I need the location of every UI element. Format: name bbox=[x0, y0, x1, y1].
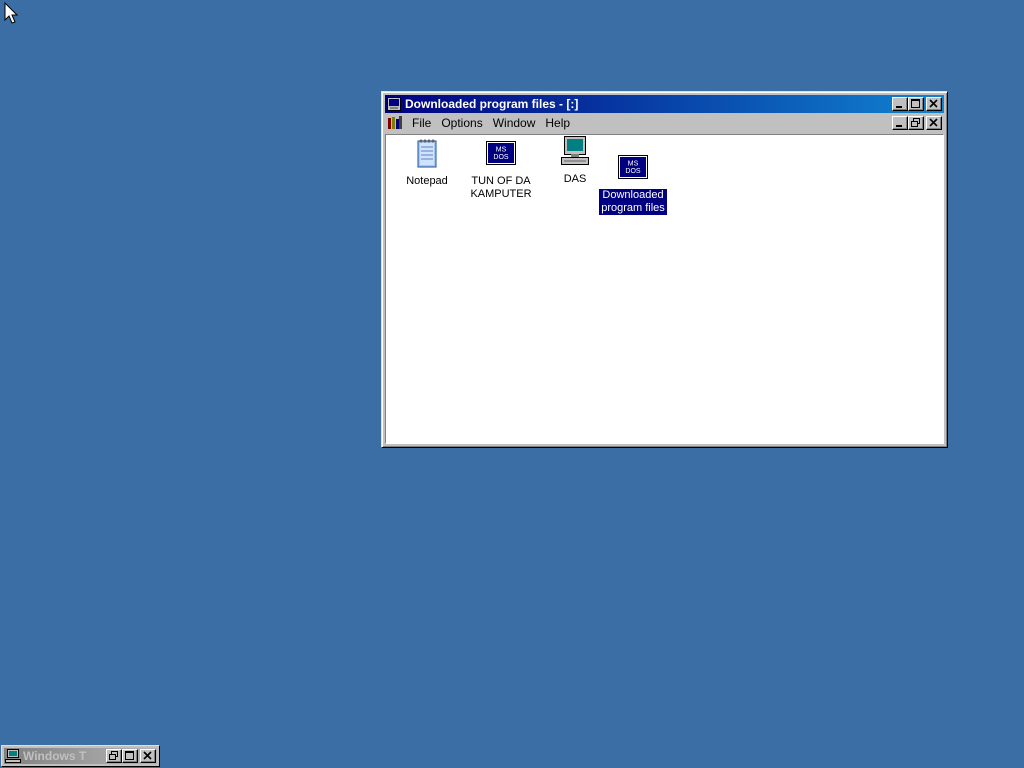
svg-text:MS: MS bbox=[628, 161, 639, 168]
maximize-icon bbox=[125, 751, 134, 760]
icon-label: Notepad bbox=[406, 175, 448, 187]
svg-text:MS: MS bbox=[496, 147, 507, 154]
icon-tun-of-da-kamputer[interactable]: MS DOS TUN OF DA KAMPUTER bbox=[466, 137, 536, 201]
window-titlebar[interactable]: Downloaded program files - [:] bbox=[385, 95, 944, 113]
close-icon bbox=[143, 751, 152, 760]
minimized-title: Windows T bbox=[23, 749, 87, 763]
close-button[interactable] bbox=[926, 97, 942, 111]
computer-icon bbox=[5, 749, 21, 763]
window-title: Downloaded program files - [:] bbox=[405, 97, 579, 111]
close-icon bbox=[929, 117, 938, 127]
child-restore-button[interactable] bbox=[908, 115, 924, 130]
icon-area[interactable]: Notepad MS DOS TUN OF DA KAMPUTER DAS MS… bbox=[385, 134, 944, 444]
minimize-button[interactable] bbox=[892, 97, 908, 111]
icon-notepad[interactable]: Notepad bbox=[400, 137, 454, 188]
computer-icon bbox=[561, 136, 589, 165]
restore-icon bbox=[109, 751, 118, 760]
menu-bar: File Options Window Help bbox=[385, 113, 944, 132]
menu-window[interactable]: Window bbox=[488, 116, 541, 130]
menu-help[interactable]: Help bbox=[540, 116, 575, 130]
selected-label-box: Downloaded program files bbox=[599, 189, 667, 215]
minimize-icon bbox=[896, 124, 902, 127]
window-app-icon[interactable] bbox=[387, 97, 401, 111]
program-group-window[interactable]: Downloaded program files - [:] File Opti… bbox=[381, 91, 948, 448]
icon-label: DAS bbox=[563, 173, 587, 185]
svg-text:DOS: DOS bbox=[493, 154, 509, 161]
minimized-titlebar[interactable]: Windows T bbox=[4, 748, 157, 764]
menu-file[interactable]: File bbox=[407, 116, 436, 130]
mouse-cursor-icon bbox=[4, 2, 19, 24]
msdos-icon: MS DOS bbox=[486, 141, 516, 165]
icon-label-line2: program files bbox=[601, 202, 665, 214]
icon-label-line2: KAMPUTER bbox=[470, 188, 532, 200]
svg-text:DOS: DOS bbox=[625, 168, 641, 175]
maximize-icon bbox=[911, 99, 920, 108]
child-minimize-button[interactable] bbox=[892, 115, 908, 130]
icon-label: TUN OF DA bbox=[471, 175, 531, 187]
icon-das[interactable]: DAS bbox=[552, 135, 598, 186]
desktop[interactable]: Downloaded program files - [:] File Opti… bbox=[0, 0, 1024, 768]
icon-label: Downloaded bbox=[602, 189, 664, 201]
minimized-close-button[interactable] bbox=[140, 749, 156, 763]
restore-icon bbox=[911, 117, 920, 127]
notepad-icon bbox=[417, 139, 437, 168]
msdos-icon: MS DOS bbox=[618, 155, 648, 179]
mdi-child-icon[interactable] bbox=[387, 115, 403, 131]
minimized-window[interactable]: Windows T bbox=[1, 745, 160, 767]
minimized-maximize-button[interactable] bbox=[122, 749, 138, 763]
maximize-button[interactable] bbox=[908, 97, 924, 111]
child-close-button[interactable] bbox=[926, 115, 942, 130]
minimize-icon bbox=[896, 106, 902, 108]
close-icon bbox=[929, 99, 938, 108]
minimized-restore-button[interactable] bbox=[106, 749, 122, 763]
icon-downloaded-program-files[interactable]: MS DOS Downloaded program files bbox=[598, 151, 668, 215]
menu-options[interactable]: Options bbox=[436, 116, 487, 130]
